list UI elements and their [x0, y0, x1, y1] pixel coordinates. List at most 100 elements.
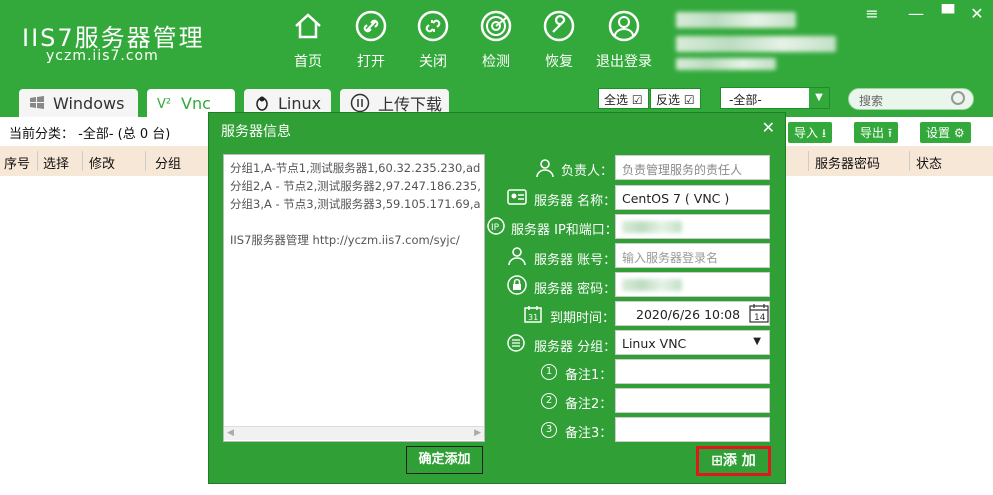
note1-label: 备注1： — [565, 368, 613, 383]
dialog-title: 服务器信息 — [221, 124, 291, 140]
number-2-icon: 2 — [541, 393, 557, 409]
nav-restore-button[interactable]: 恢复 — [529, 10, 589, 70]
horizontal-scrollbar[interactable]: ◀ ▶ — [224, 426, 484, 440]
maximize-icon[interactable]: ▀ — [936, 4, 960, 23]
server-account-field[interactable]: 输入服务器登录名 — [615, 243, 770, 268]
group-filter-value: -全部- — [729, 93, 762, 107]
col-separator — [145, 151, 146, 171]
chevron-down-icon: ▼ — [809, 88, 829, 108]
expire-time-value: 2020/6/26 10:08 — [636, 307, 741, 322]
server-ip-label: 服务器 IP和端口： — [511, 223, 618, 238]
search-icon — [951, 91, 965, 105]
server-ip-field[interactable] — [615, 214, 770, 239]
add-label: 添 加 — [722, 453, 756, 469]
expire-time-field[interactable]: 2020/6/26 10:08 — [615, 301, 770, 326]
menu-icon[interactable]: ≡ — [860, 4, 884, 23]
server-account-label: 服务器 账号： — [534, 253, 617, 268]
note3-label: 备注3： — [565, 426, 613, 441]
col-select: 选择 — [43, 157, 70, 172]
server-info-dialog: 服务器信息 ✕ 分组1,A-节点1,测试服务器1,60.32.235.230,a… — [208, 112, 786, 484]
svg-text:V²: V² — [157, 97, 171, 111]
note2-field[interactable] — [615, 388, 770, 413]
settings-label: 设置 — [926, 126, 951, 140]
ip-icon: IP — [487, 217, 505, 235]
import-button[interactable]: 导入 ⭳ — [788, 122, 833, 143]
linux-icon — [256, 96, 268, 111]
app-header: IIS7服务器管理 yczm.iis7.com 首页 打开 关闭 检测 恢复 退… — [0, 0, 993, 80]
number-3-icon: 3 — [541, 422, 557, 438]
radar-icon — [480, 10, 512, 42]
export-label: 导出 — [860, 126, 885, 140]
import-label: 导入 — [794, 126, 819, 140]
col-edit: 修改 — [89, 157, 116, 172]
windows-icon — [30, 96, 44, 109]
server-group-select[interactable]: Linux VNC ▼ — [615, 330, 770, 355]
scroll-left-icon[interactable]: ◀ — [227, 428, 234, 438]
person-icon — [508, 247, 526, 266]
nav-open-label: 打开 — [357, 54, 385, 70]
col-separator — [808, 151, 809, 171]
textarea-line: IIS7服务器管理 http://yczm.iis7.com/syjc/ — [230, 233, 460, 247]
unlink-icon — [417, 10, 449, 42]
tab-vnc-label: Vnc — [181, 93, 211, 113]
select-all-label: 全选 — [604, 93, 629, 107]
settings-button[interactable]: 设置 ⚙ — [920, 122, 971, 143]
close-window-icon[interactable]: ✕ — [965, 4, 989, 23]
blurred-ip — [622, 221, 682, 233]
invert-select-label: 反选 — [656, 93, 681, 107]
col-separator — [37, 151, 38, 171]
gear-icon: ⚙ — [953, 126, 965, 140]
note1-field[interactable] — [615, 359, 770, 384]
tab-windows-label: Windows — [53, 93, 125, 113]
server-group-label: 服务器 分组： — [534, 340, 617, 355]
server-group-value: Linux VNC — [622, 336, 687, 351]
user-icon — [608, 10, 640, 42]
owner-field[interactable]: 负责管理服务的责任人 — [615, 155, 770, 180]
svg-text:IP: IP — [491, 223, 500, 233]
textarea-line: 分组2,A - 节点2,测试服务器2,97.247.186.235, — [230, 179, 481, 193]
export-button[interactable]: 导出 ⭱ — [854, 122, 899, 143]
close-icon[interactable]: ✕ — [762, 118, 775, 137]
scroll-right-icon[interactable]: ▶ — [474, 428, 481, 438]
note2-label: 备注2： — [565, 397, 613, 412]
nav-detect-label: 检测 — [482, 54, 510, 70]
tab-windows[interactable]: Windows — [19, 89, 138, 117]
select-all-button[interactable]: 全选 ☑ — [598, 88, 649, 109]
server-password-field[interactable] — [615, 272, 770, 297]
minimize-icon[interactable]: — — [904, 4, 928, 23]
blurred-user-info-2 — [676, 36, 836, 52]
checkbox-icon: ☑ — [683, 93, 695, 107]
nav-logout-button[interactable]: 退出登录 — [594, 10, 654, 70]
search-placeholder: 搜索 — [859, 94, 884, 108]
nav-close-label: 关闭 — [419, 54, 447, 70]
invert-select-button[interactable]: 反选 ☑ — [650, 88, 701, 109]
blurred-password — [622, 279, 682, 291]
blurred-user-info-3 — [676, 58, 776, 70]
nav-home-button[interactable]: 首页 — [278, 10, 338, 70]
list-icon — [507, 334, 525, 352]
link-icon — [355, 10, 387, 42]
group-filter-select[interactable]: -全部- ▼ — [720, 87, 830, 109]
search-input[interactable]: 搜索 — [848, 88, 974, 110]
nav-detect-button[interactable]: 检测 — [466, 10, 526, 70]
nav-open-button[interactable]: 打开 — [341, 10, 401, 70]
textarea-line: 分组1,A-节点1,测试服务器1,60.32.235.230,ad — [230, 161, 481, 175]
textarea-line — [230, 213, 478, 231]
col-group: 分组 — [155, 157, 182, 172]
batch-import-textarea[interactable]: 分组1,A-节点1,测试服务器1,60.32.235.230,ad 分组2,A … — [223, 154, 485, 442]
col-separator — [909, 151, 910, 171]
server-name-field[interactable]: CentOS 7 ( VNC ) — [615, 185, 770, 210]
owner-label: 负责人： — [561, 164, 614, 179]
col-index: 序号 — [4, 157, 31, 172]
nav-logout-label: 退出登录 — [596, 54, 652, 70]
add-button[interactable]: ⊞添 加 — [696, 446, 771, 476]
confirm-add-button[interactable]: 确定添加 — [406, 446, 483, 474]
note3-field[interactable] — [615, 417, 770, 442]
current-category: 当前分类： -全部- (总 0 台) — [9, 127, 171, 142]
download-icon: ⭳ — [821, 126, 827, 140]
calendar-picker-icon[interactable]: 14 — [749, 303, 769, 323]
vnc-icon: V² — [157, 97, 171, 111]
home-icon — [295, 13, 321, 39]
svg-text:31: 31 — [528, 313, 538, 322]
nav-close-button[interactable]: 关闭 — [403, 10, 463, 70]
